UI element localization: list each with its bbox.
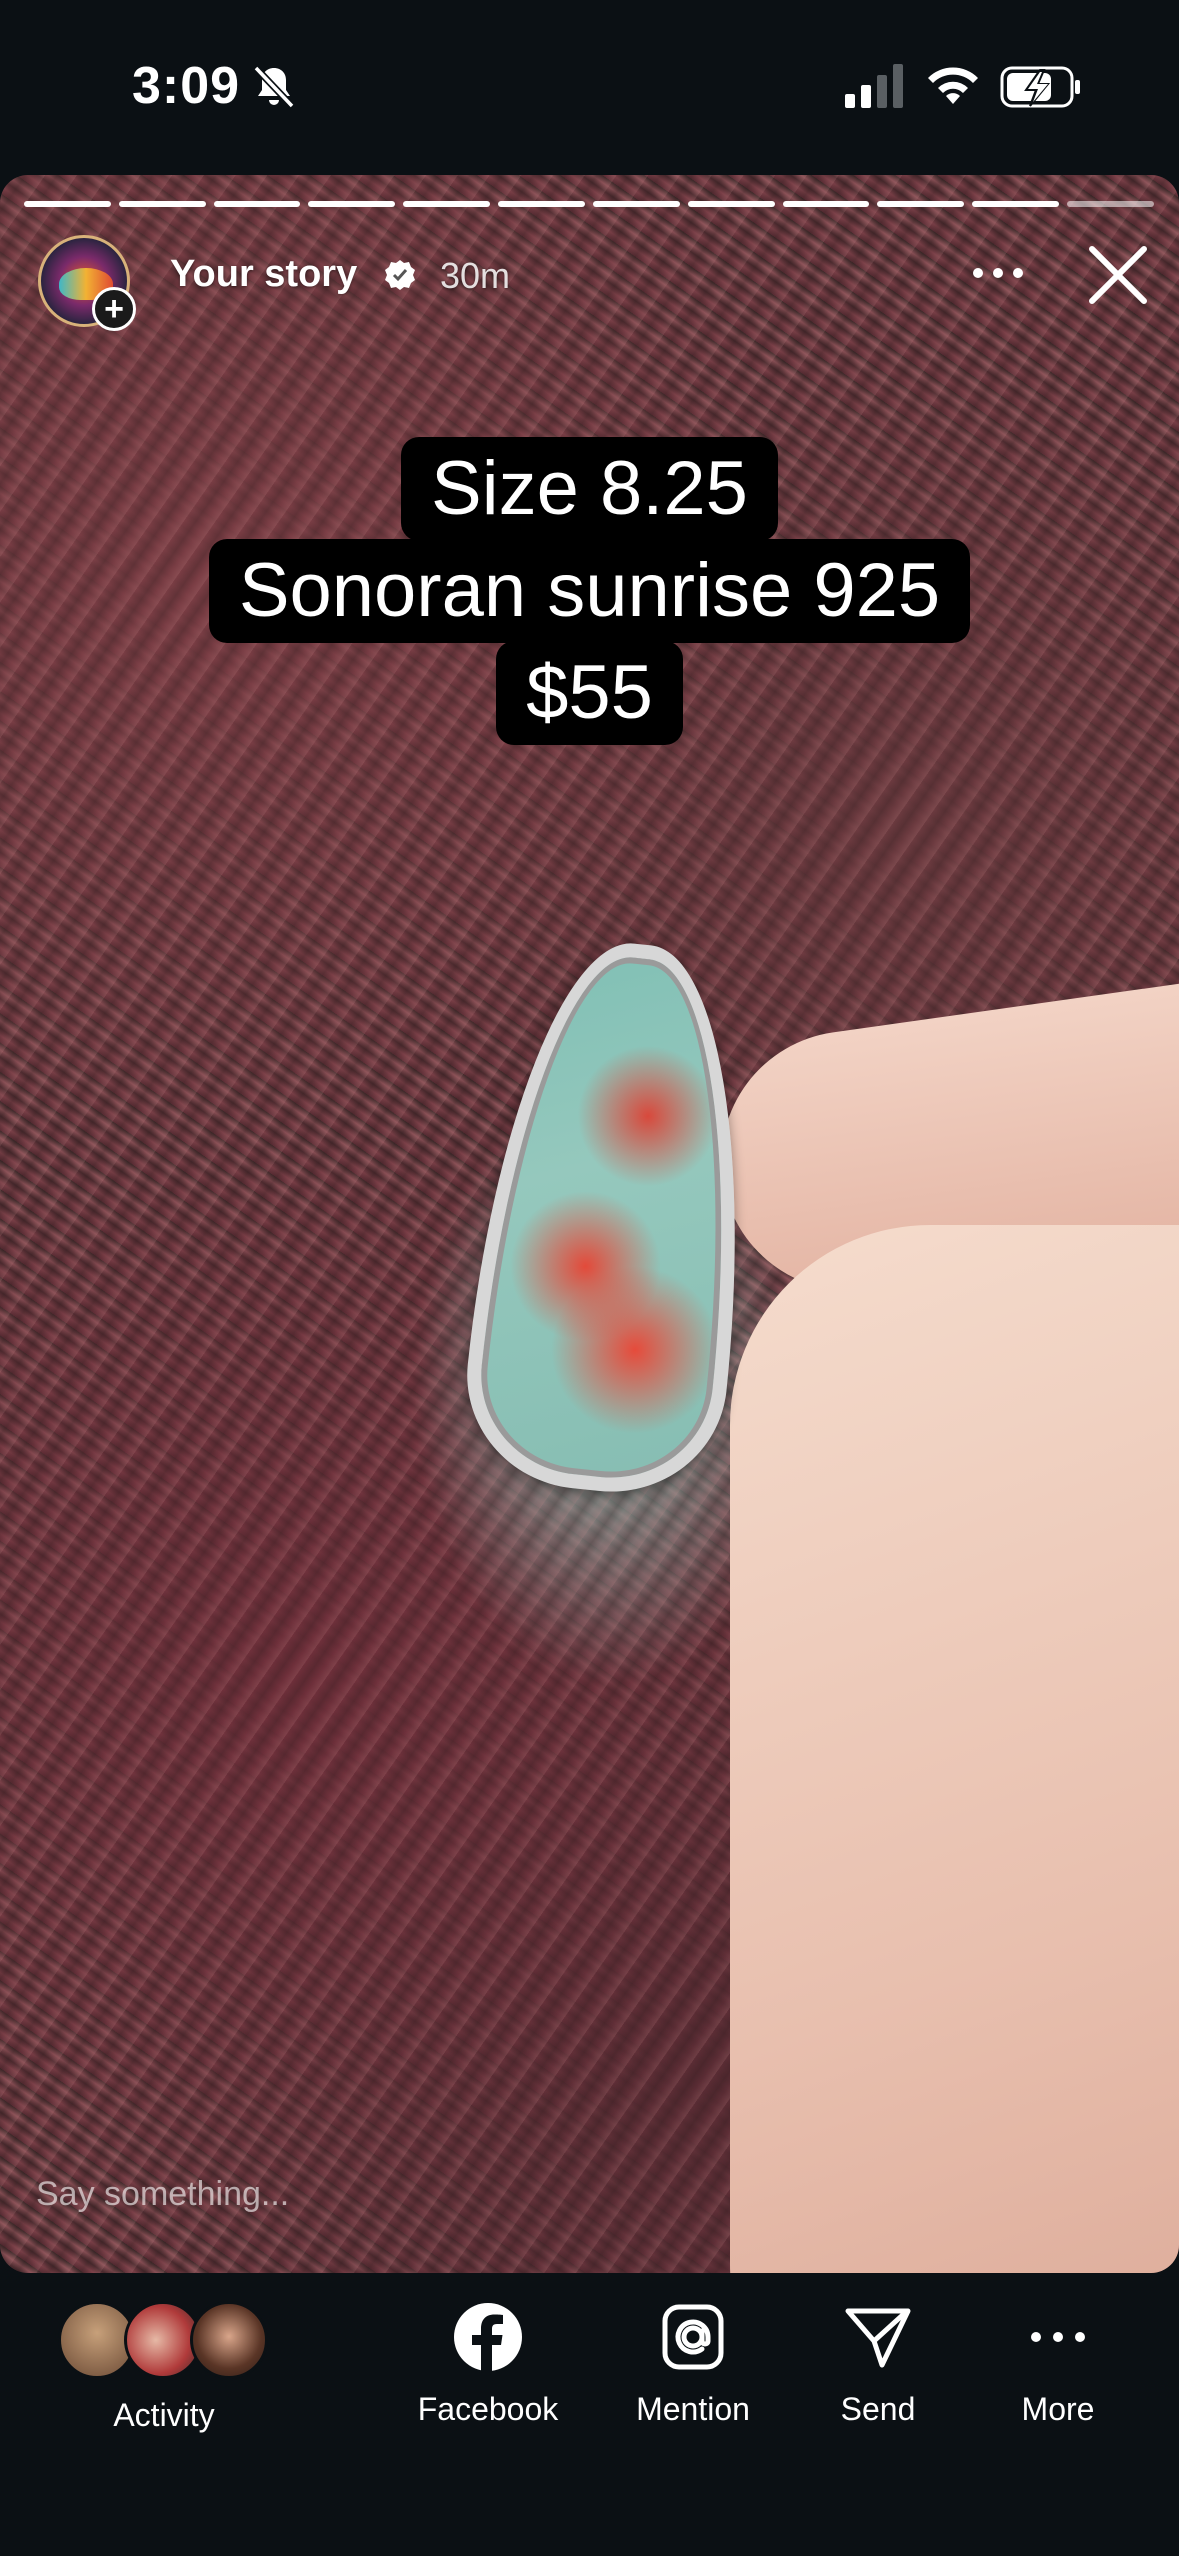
hand bbox=[730, 1225, 1179, 2273]
send-icon bbox=[845, 2308, 911, 2368]
add-story-icon[interactable]: + bbox=[92, 287, 136, 331]
progress-segment bbox=[118, 201, 206, 207]
close-icon[interactable] bbox=[1086, 243, 1150, 307]
more-icon bbox=[1031, 2332, 1085, 2342]
viewer-avatar bbox=[190, 2301, 268, 2379]
progress-segment bbox=[687, 201, 775, 207]
status-bar: 3:09 bbox=[0, 0, 1179, 175]
progress-segment bbox=[592, 201, 680, 207]
story-media[interactable]: + Your story 30m Size 8.25 Sonoran sunri… bbox=[0, 175, 1179, 2273]
progress-segment bbox=[498, 201, 585, 207]
caption-line-name: Sonoran sunrise 925 bbox=[0, 539, 1179, 643]
progress-segment bbox=[782, 201, 870, 207]
battery-charging-icon bbox=[1000, 66, 1080, 108]
story-time-ago: 30m bbox=[440, 255, 511, 296]
wifi-icon bbox=[928, 67, 978, 104]
progress-segment bbox=[24, 201, 111, 207]
progress-segment bbox=[403, 201, 491, 207]
verified-badge-icon bbox=[385, 260, 415, 290]
caption-line-price: $55 bbox=[0, 641, 1179, 745]
cellular-signal-icon bbox=[845, 64, 903, 108]
facebook-button[interactable]: Facebook bbox=[398, 2301, 578, 2428]
story-progress-bar bbox=[24, 201, 1154, 207]
caption-price-text: $55 bbox=[496, 641, 683, 745]
progress-segment bbox=[877, 201, 965, 207]
mention-button[interactable]: Mention bbox=[603, 2301, 783, 2428]
activity-avatars[interactable] bbox=[58, 2301, 278, 2381]
progress-segment bbox=[972, 201, 1060, 207]
caption-name-text: Sonoran sunrise 925 bbox=[208, 539, 971, 643]
progress-segment bbox=[308, 201, 396, 207]
story-action-bar: Activity Facebook Mention Send More bbox=[0, 2273, 1179, 2556]
story-options-icon[interactable] bbox=[970, 265, 1026, 281]
send-button[interactable]: Send bbox=[788, 2301, 968, 2428]
caption-line-size: Size 8.25 bbox=[0, 437, 1179, 541]
reply-input[interactable]: Say something... bbox=[36, 2175, 289, 2214]
facebook-label: Facebook bbox=[417, 2391, 559, 2427]
progress-segment bbox=[1067, 201, 1154, 207]
more-label: More bbox=[1021, 2391, 1095, 2427]
status-time: 3:09 bbox=[132, 57, 241, 115]
progress-segment bbox=[213, 201, 301, 207]
silent-bell-icon bbox=[253, 65, 295, 109]
story-username[interactable]: Your story bbox=[170, 253, 357, 296]
mention-label: Mention bbox=[636, 2391, 750, 2427]
activity-label: Activity bbox=[113, 2397, 215, 2433]
caption-size-text: Size 8.25 bbox=[401, 437, 778, 541]
facebook-icon bbox=[454, 2303, 522, 2371]
activity-button[interactable]: Activity bbox=[74, 2379, 254, 2434]
send-label: Send bbox=[840, 2391, 916, 2427]
more-button[interactable]: More bbox=[968, 2301, 1148, 2428]
mention-icon bbox=[662, 2304, 724, 2370]
